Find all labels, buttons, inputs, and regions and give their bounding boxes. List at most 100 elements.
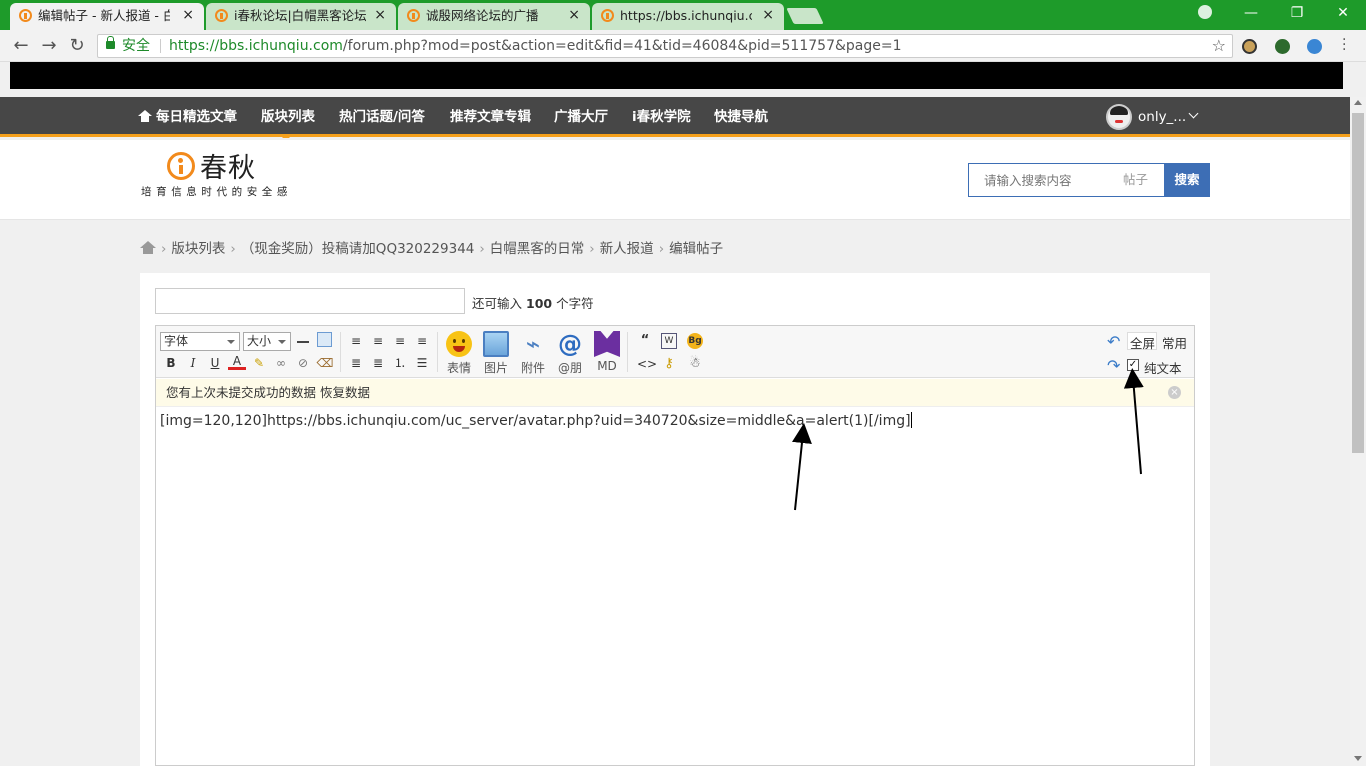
active-nav-caret xyxy=(282,134,290,138)
lock-icon xyxy=(106,36,115,49)
redo-icon[interactable]: ↷ xyxy=(1107,358,1123,374)
clear-format-icon[interactable]: ⌫ xyxy=(316,354,334,372)
browser-tab-bar: 编辑帖子 - 新人报道 - 白 × i春秋论坛|白帽黑客论坛| × 诚殷网络论坛… xyxy=(0,0,1366,30)
scroll-up-icon[interactable] xyxy=(1354,100,1362,105)
page-scrollbar[interactable] xyxy=(1350,97,1366,766)
tab-forum[interactable]: i春秋论坛|白帽黑客论坛| × xyxy=(206,3,396,30)
float-right-icon[interactable]: ≣ xyxy=(369,354,387,372)
scroll-thumb[interactable] xyxy=(1352,113,1364,453)
forward-arrow-icon[interactable]: → xyxy=(37,34,61,58)
bookmark-star-icon[interactable]: ☆ xyxy=(1212,35,1226,57)
username[interactable]: only_... xyxy=(1138,97,1186,137)
horizontal-rule-icon[interactable] xyxy=(297,341,309,343)
breadcrumb: › 版块列表 › （现金奖励）投稿请加QQ320229344 › 白帽黑客的日常 › 新人报道… xyxy=(140,237,723,257)
unlink-icon[interactable]: ⊘ xyxy=(294,354,312,372)
emoji-button[interactable]: 表情 xyxy=(441,331,477,376)
ichunqiu-favicon-icon xyxy=(215,9,228,22)
mention-button[interactable]: @ @朋 xyxy=(552,331,588,376)
browser-toolbar: ← → ↻ 安全 https://bbs.ichunqiu.com/forum.… xyxy=(0,30,1366,62)
close-window-button[interactable]: ✕ xyxy=(1320,0,1366,28)
font-select[interactable]: 字体 xyxy=(160,332,240,351)
reload-icon[interactable]: ↻ xyxy=(65,34,89,58)
common-mode-button[interactable]: 常用 xyxy=(1162,333,1187,352)
ordered-list-icon[interactable]: ⒈ xyxy=(391,354,409,372)
quote-icon[interactable]: “ xyxy=(637,333,653,349)
float-left-icon[interactable]: ≣ xyxy=(347,354,365,372)
align-left-icon[interactable]: ≡ xyxy=(347,332,365,350)
breadcrumb-item[interactable]: 版块列表 xyxy=(171,241,225,257)
scroll-down-icon[interactable] xyxy=(1354,756,1362,761)
avatar[interactable] xyxy=(1106,104,1132,130)
table-icon[interactable] xyxy=(317,332,332,347)
editor-textarea[interactable]: [img=120,120]https://bbs.ichunqiu.com/uc… xyxy=(160,411,1190,761)
justify-icon[interactable]: ≡ xyxy=(413,332,431,350)
nav-item-forums[interactable]: 版块列表 xyxy=(261,97,315,137)
tab-close-icon[interactable]: × xyxy=(762,3,774,28)
highlight-icon[interactable]: ✎ xyxy=(250,354,268,372)
char-count: 还可输入 100 个字符 xyxy=(472,296,594,311)
nav-item-daily[interactable]: 每日精选文章 xyxy=(138,97,237,137)
extension-block-icon[interactable] xyxy=(1242,39,1257,54)
extension-globe-icon[interactable] xyxy=(1307,39,1322,54)
fullscreen-button[interactable]: 全屏 xyxy=(1130,333,1155,352)
tab-close-icon[interactable]: × xyxy=(568,3,580,28)
search-box: 帖子 xyxy=(968,163,1166,197)
breadcrumb-item: 编辑帖子 xyxy=(669,241,724,257)
page-icon[interactable]: W xyxy=(661,333,677,349)
ichunqiu-logo-icon[interactable] xyxy=(167,152,195,180)
nav-item-broadcast[interactable]: 广播大厅 xyxy=(554,97,608,137)
qq-icon[interactable]: ☃ xyxy=(687,356,703,372)
ichunqiu-favicon-icon xyxy=(19,9,32,22)
tab-broadcast[interactable]: 诚殷网络论坛的广播 × xyxy=(398,3,590,30)
logo-text[interactable]: 春秋 xyxy=(200,146,256,185)
image-button[interactable]: 图片 xyxy=(478,331,514,376)
breadcrumb-item[interactable]: 新人报道 xyxy=(600,241,654,257)
extension-green-icon[interactable] xyxy=(1275,39,1290,54)
breadcrumb-item[interactable]: （现金奖励）投稿请加QQ320229344 xyxy=(241,241,475,257)
ichunqiu-favicon-icon xyxy=(407,9,420,22)
search-input[interactable] xyxy=(969,164,1109,196)
new-tab-button[interactable] xyxy=(786,8,824,24)
attachment-button[interactable]: ⌁ 附件 xyxy=(515,331,551,376)
markdown-button[interactable]: MD xyxy=(589,331,625,373)
tab-close-icon[interactable]: × xyxy=(182,3,194,28)
redacted-bar xyxy=(10,62,1343,89)
search-type-select[interactable]: 帖子 xyxy=(1123,164,1148,196)
background-icon[interactable]: Bg xyxy=(687,333,703,349)
tab-edit-post[interactable]: 编辑帖子 - 新人报道 - 白 × xyxy=(10,3,204,30)
home-icon xyxy=(138,110,152,122)
nav-item-quick-nav[interactable]: 快捷导航 xyxy=(714,97,768,137)
nav-item-recommended[interactable]: 推荐文章专辑 xyxy=(450,97,531,137)
nav-item-academy[interactable]: i春秋学院 xyxy=(632,97,691,137)
align-center-icon[interactable]: ≡ xyxy=(369,332,387,350)
profile-icon[interactable] xyxy=(1198,5,1212,19)
unordered-list-icon[interactable]: ☰ xyxy=(413,354,431,372)
plain-text-checkbox[interactable]: ✓ xyxy=(1127,359,1139,371)
hide-content-icon[interactable]: ⚷ xyxy=(661,356,677,372)
tab-url[interactable]: https://bbs.ichunqiu.co × xyxy=(592,3,784,30)
address-bar[interactable]: 安全 https://bbs.ichunqiu.com/forum.php?mo… xyxy=(97,34,1233,58)
close-icon[interactable]: × xyxy=(1168,386,1181,399)
post-title-input[interactable] xyxy=(155,288,465,314)
emoji-icon xyxy=(446,331,472,357)
undo-icon[interactable]: ↶ xyxy=(1107,334,1123,350)
restore-button[interactable]: ❐ xyxy=(1274,0,1320,28)
restore-notice[interactable]: 您有上次未提交成功的数据 恢复数据 xyxy=(156,379,1194,407)
breadcrumb-item[interactable]: 白帽黑客的日常 xyxy=(490,241,585,257)
search-button[interactable]: 搜索 xyxy=(1164,163,1210,197)
underline-icon[interactable]: U xyxy=(206,354,224,372)
tab-title: https://bbs.ichunqiu.co xyxy=(620,8,752,23)
size-select[interactable]: 大小 xyxy=(243,332,291,351)
italic-icon[interactable]: I xyxy=(184,354,202,372)
font-color-icon[interactable]: A xyxy=(228,354,246,370)
home-icon[interactable] xyxy=(140,241,156,254)
back-arrow-icon[interactable]: ← xyxy=(9,34,33,58)
bold-icon[interactable]: B xyxy=(162,354,180,372)
align-right-icon[interactable]: ≡ xyxy=(391,332,409,350)
browser-menu-icon[interactable]: · · · xyxy=(1342,33,1346,57)
code-icon[interactable]: <> xyxy=(637,356,657,372)
nav-item-hot-topics[interactable]: 热门话题/问答 xyxy=(339,97,425,137)
tab-close-icon[interactable]: × xyxy=(374,3,386,28)
link-icon[interactable]: ∞ xyxy=(272,354,290,372)
minimize-button[interactable]: — xyxy=(1228,0,1274,28)
